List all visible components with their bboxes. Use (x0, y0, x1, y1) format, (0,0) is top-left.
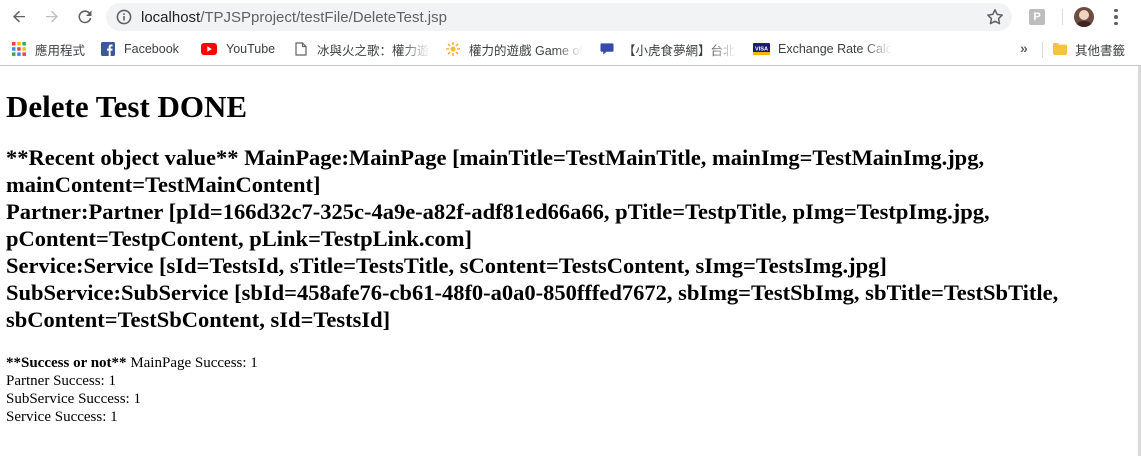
apps-grid-icon (12, 42, 26, 56)
url-path: /TPJSPproject/testFile/DeleteTest.jsp (200, 9, 447, 26)
visa-logo-text: VISA (755, 46, 768, 52)
recent-line: Partner:Partner [pId=166d32c7-325c-4a9e-… (6, 199, 990, 224)
url-text[interactable]: localhost/TPJSPproject/testFile/DeleteTe… (141, 9, 447, 26)
recent-line: sbContent=TestSbContent, sId=TestsId] (6, 307, 391, 332)
chat-bubble-icon (600, 42, 614, 56)
bookmark-label: Facebook (124, 42, 179, 56)
success-line: Service Success: 1 (6, 409, 118, 425)
bookmark-facebook[interactable]: Facebook (101, 40, 191, 58)
recent-line: SubService:SubService [sbId=458afe76-cb6… (6, 280, 1059, 305)
success-line: SubService Success: 1 (6, 391, 141, 407)
success-label: **Success or not** (6, 355, 127, 371)
bookmark-apps[interactable]: 應用程式 (12, 40, 92, 58)
bookmark-page-1[interactable]: 冰與火之歌：權力遊 (294, 40, 432, 58)
recent-line: **Recent object value** MainPage:MainPag… (6, 145, 985, 170)
success-results: **Success or not** MainPage Success: 1 P… (6, 354, 1134, 426)
bookmark-label: 權力的遊戲 Game of (469, 43, 583, 58)
extension-icon[interactable]: P (1029, 9, 1045, 25)
bookmark-other-folder[interactable]: 其他書籤 (1053, 40, 1133, 58)
bookmark-game-of-thrones[interactable]: 權力的遊戲 Game of (446, 40, 584, 58)
bookmark-tiger-food[interactable]: 【小虎食夢網】台北 (600, 40, 740, 58)
back-icon (13, 10, 25, 23)
sun-icon (446, 42, 460, 56)
success-line: **Success or not** MainPage Success: 1 (6, 354, 1134, 372)
toolbar-divider (1062, 9, 1063, 25)
bookmark-youtube[interactable]: YouTube (201, 40, 285, 58)
page-icon (294, 42, 308, 56)
page-title: Delete Test DONE (6, 89, 248, 124)
youtube-icon (201, 42, 217, 56)
bookmark-label: Exchange Rate Calc (778, 42, 892, 56)
forward-button[interactable] (39, 4, 65, 30)
recent-line: Service:Service [sId=TestsId, sTitle=Tes… (6, 253, 887, 278)
back-button[interactable] (6, 4, 32, 30)
reload-button[interactable] (72, 4, 98, 30)
forward-icon (46, 10, 58, 23)
facebook-icon (101, 42, 115, 56)
info-icon[interactable] (116, 9, 132, 30)
bookmark-label: 【小虎食夢網】台北 (623, 43, 736, 58)
folder-icon (1053, 42, 1067, 56)
visa-icon: VISA (753, 42, 770, 56)
success-line: Partner Success: 1 (6, 373, 116, 389)
success-mainpage: MainPage Success: 1 (126, 355, 258, 371)
recent-line: pContent=TestpContent, pLink=TestpLink.c… (6, 226, 472, 251)
profile-avatar[interactable] (1074, 7, 1094, 27)
bookmarks-bar: 應用程式 Facebook YouTube 冰與火之歌：權力遊 權力的遊戲 Ga… (0, 34, 1141, 65)
browser-toolbar: localhost/TPJSPproject/testFile/DeleteTe… (0, 0, 1141, 34)
bookmark-exchange-rate[interactable]: VISA Exchange Rate Calc (753, 40, 893, 58)
bookmark-label: 冰與火之歌：權力遊 (317, 43, 430, 58)
address-bar[interactable]: localhost/TPJSPproject/testFile/DeleteTe… (106, 3, 1012, 31)
star-icon[interactable] (986, 8, 1004, 31)
bookmarks-divider (1042, 42, 1043, 58)
bookmarks-overflow-button[interactable]: » (1020, 40, 1028, 56)
bookmark-label: 其他書籤 (1075, 43, 1126, 58)
menu-icon[interactable] (1108, 5, 1124, 29)
reload-icon (78, 10, 92, 24)
bookmark-label: YouTube (226, 42, 276, 56)
bookmark-label: 應用程式 (35, 43, 86, 58)
recent-line: mainContent=TestMainContent] (6, 172, 321, 197)
recent-object-values: **Recent object value** MainPage:MainPag… (6, 144, 1134, 333)
page-content: Delete Test DONE **Recent object value**… (6, 66, 1134, 426)
url-host: localhost (141, 9, 201, 26)
